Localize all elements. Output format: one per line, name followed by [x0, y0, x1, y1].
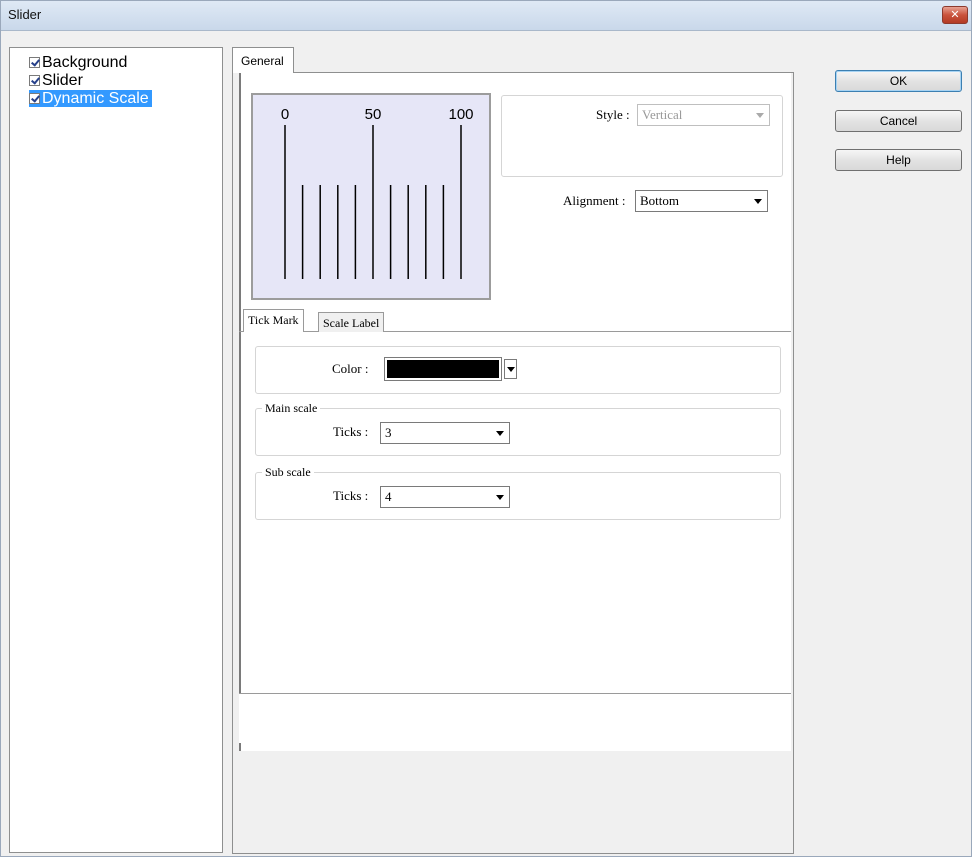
checkbox-checked-icon[interactable] — [29, 57, 40, 68]
tree-item-label: Slider — [42, 71, 83, 89]
alignment-select[interactable]: Bottom — [635, 190, 768, 212]
general-panel: 0 50 100 Style : Vertical Alignment : Bott… — [232, 72, 794, 854]
color-group: Color : — [255, 346, 781, 394]
checkbox-checked-icon[interactable] — [29, 93, 40, 104]
color-picker[interactable] — [384, 357, 502, 381]
sub-ticks-value: 4 — [385, 489, 392, 504]
tree-item-label: Dynamic Scale — [42, 89, 149, 107]
slider-dialog: Slider ✕ Background Slider Dynamic Scale… — [0, 0, 972, 857]
tab-general[interactable]: General — [232, 47, 294, 73]
style-value: Vertical — [642, 107, 683, 122]
close-icon: ✕ — [950, 9, 960, 21]
main-ticks-label: Ticks : — [333, 424, 369, 439]
main-scale-legend: Main scale — [262, 401, 321, 416]
chevron-down-icon — [754, 199, 762, 204]
panel-footer-area — [239, 693, 791, 743]
scale-tick-label: 0 — [281, 106, 289, 123]
checkbox-checked-icon[interactable] — [29, 75, 40, 86]
tree-item-slider[interactable]: Slider — [29, 72, 86, 89]
sub-scale-legend: Sub scale — [262, 465, 314, 480]
tab-tick-mark[interactable]: Tick Mark — [243, 309, 304, 332]
tree-item-label: Background — [42, 53, 128, 71]
alignment-value: Bottom — [640, 193, 680, 208]
scale-preview-graphic: 0 50 100 — [281, 106, 474, 279]
scale-preview: 0 50 100 — [251, 93, 491, 300]
chevron-down-icon — [496, 495, 504, 500]
sub-ticks-select[interactable]: 4 — [380, 486, 510, 508]
chevron-down-icon — [496, 431, 504, 436]
color-dropdown-button[interactable] — [504, 359, 517, 379]
main-ticks-value: 3 — [385, 425, 392, 440]
color-label: Color : — [332, 361, 369, 376]
cancel-button[interactable]: Cancel — [835, 110, 962, 132]
close-button[interactable]: ✕ — [942, 6, 968, 24]
color-swatch-fill — [387, 360, 499, 378]
ok-button[interactable]: OK — [835, 70, 962, 92]
style-label: Style : — [596, 107, 630, 122]
property-tree: Background Slider Dynamic Scale — [9, 47, 223, 853]
sub-scale-group: Sub scale Ticks : 4 — [255, 465, 781, 520]
chevron-down-icon — [756, 113, 764, 118]
title-bar: Slider ✕ — [1, 1, 971, 31]
alignment-label: Alignment : — [563, 193, 626, 208]
tab-scale-label[interactable]: Scale Label — [318, 312, 385, 332]
style-group: Style : Vertical — [501, 95, 783, 177]
sub-ticks-label: Ticks : — [333, 488, 369, 503]
main-scale-group: Main scale Ticks : 3 — [255, 401, 781, 456]
scale-tick-label: 50 — [365, 106, 382, 123]
tree-item-background[interactable]: Background — [29, 54, 130, 71]
window-title: Slider — [8, 7, 42, 22]
style-select: Vertical — [637, 104, 770, 126]
help-button[interactable]: Help — [835, 149, 962, 171]
tree-item-dynamic-scale[interactable]: Dynamic Scale — [29, 90, 152, 107]
scale-tick-label: 100 — [448, 106, 473, 123]
main-ticks-select[interactable]: 3 — [380, 422, 510, 444]
